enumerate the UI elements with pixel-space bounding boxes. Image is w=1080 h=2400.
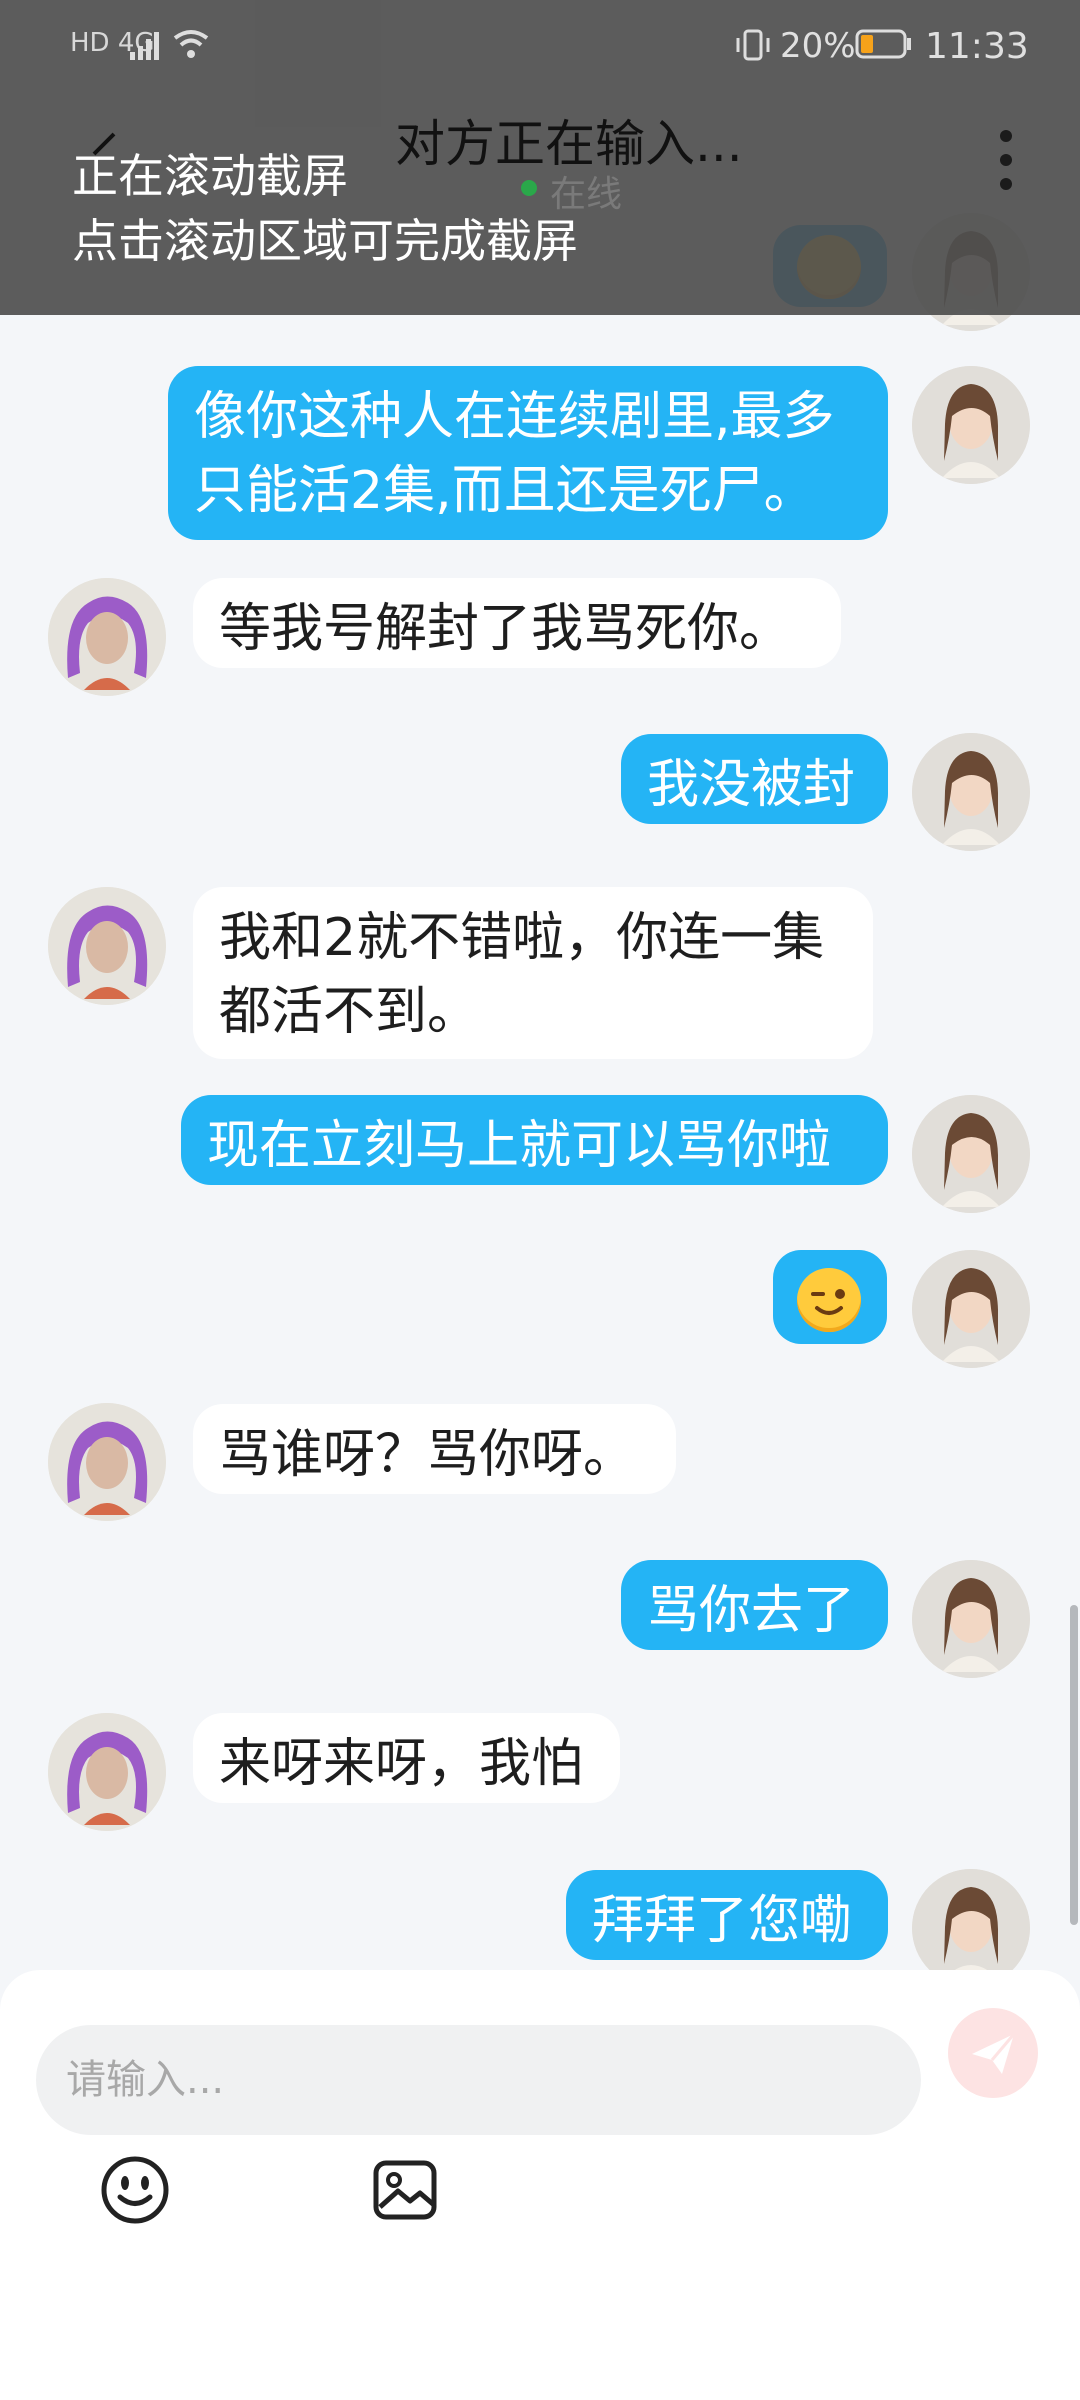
status-bar: HD 4G 20% 11:33 — [0, 0, 1080, 90]
my-avatar[interactable] — [912, 733, 1030, 851]
my-avatar[interactable] — [912, 1095, 1030, 1213]
scroll-screenshot-overlay[interactable]: HD 4G 20% 11:33 对方正在输入... 在线 正在滚动截屏 点击滚动… — [0, 0, 1080, 315]
screenshot-toast-hint: 点击滚动区域可完成截屏 — [72, 214, 578, 268]
online-indicator — [521, 180, 537, 196]
message-bubble-received[interactable]: 来呀来呀，我怕 — [193, 1713, 620, 1803]
emoji-picker-icon[interactable] — [100, 2155, 170, 2225]
chat-screen: 像你这种人在连续剧里,最多只能活2集,而且还是死尸。 等我号解封了我骂死你。 我… — [0, 0, 1080, 2400]
message-input[interactable]: 请输入... — [36, 2025, 921, 2135]
wifi-icon — [173, 30, 209, 58]
emoji-message[interactable] — [773, 1250, 887, 1344]
my-avatar[interactable] — [912, 1560, 1030, 1678]
message-bubble-sent[interactable]: 现在立刻马上就可以骂你啦 — [181, 1095, 888, 1185]
send-icon — [972, 2033, 1016, 2074]
image-picker-icon[interactable] — [370, 2155, 440, 2225]
clock: 11:33 — [925, 26, 1029, 67]
message-bubble-received[interactable]: 骂谁呀？骂你呀。 — [193, 1404, 676, 1494]
vibrate-icon — [736, 29, 770, 61]
contact-avatar[interactable] — [48, 887, 166, 1005]
my-avatar[interactable] — [912, 366, 1030, 484]
message-bubble-sent[interactable]: 拜拜了您嘞 — [566, 1870, 888, 1960]
battery-icon — [855, 29, 911, 59]
contact-avatar[interactable] — [48, 1713, 166, 1831]
battery-percent: 20% — [780, 26, 856, 66]
contact-avatar[interactable] — [48, 1403, 166, 1521]
wink-emoji-icon — [797, 1268, 861, 1332]
contact-avatar[interactable] — [48, 578, 166, 696]
message-bubble-sent[interactable]: 我没被封 — [621, 734, 888, 824]
more-options-icon[interactable] — [1000, 130, 1014, 190]
message-bubble-received[interactable]: 等我号解封了我骂死你。 — [193, 578, 841, 668]
my-avatar[interactable] — [912, 1250, 1030, 1368]
signal-icon — [130, 32, 159, 60]
screenshot-toast-title: 正在滚动截屏 — [72, 149, 348, 203]
my-avatar[interactable] — [912, 1869, 1030, 1970]
message-bubble-received[interactable]: 我和2就不错啦，你连一集都活不到。 — [193, 887, 873, 1059]
message-bubble-sent[interactable]: 骂你去了 — [621, 1560, 888, 1650]
scrollbar[interactable] — [1070, 1605, 1078, 1925]
send-button[interactable] — [948, 2008, 1038, 2098]
message-bubble-sent[interactable]: 像你这种人在连续剧里,最多只能活2集,而且还是死尸。 — [168, 366, 888, 540]
